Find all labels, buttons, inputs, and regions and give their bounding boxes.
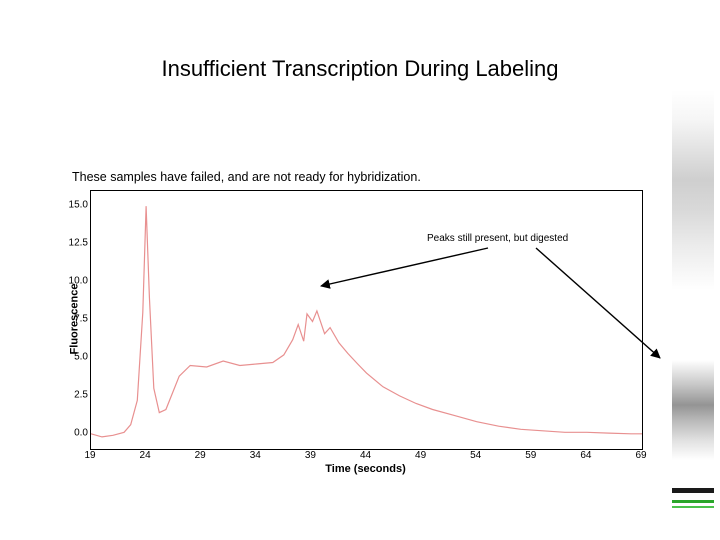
x-tick: 64 [580, 450, 591, 461]
sample-trace-line [91, 206, 642, 437]
y-axis: 0.0 2.5 5.0 7.5 10.0 12.5 15.0 [55, 190, 88, 448]
gel-band-green [672, 500, 714, 503]
y-tick: 7.5 [74, 314, 88, 325]
x-axis: Time (seconds) 1924293439444954596469 [90, 448, 641, 478]
gel-smear-upper [672, 90, 714, 290]
chart-area: Fluorescence 0.02.55.07.510.012.515.0 Ti… [55, 190, 641, 478]
slide-title: Insufficient Transcription During Labeli… [0, 56, 720, 82]
plot-box [90, 190, 643, 450]
y-tick: 2.5 [74, 389, 88, 400]
x-tick: 54 [470, 450, 481, 461]
slide-container: Insufficient Transcription During Labeli… [0, 0, 720, 540]
x-tick: 19 [84, 450, 95, 461]
y-tick: 12.5 [69, 238, 88, 249]
gel-band-green-light [672, 506, 714, 508]
gel-smear-lower [672, 360, 714, 460]
trace-svg [91, 191, 642, 449]
gel-band-dark [672, 488, 714, 493]
x-axis-label: Time (seconds) [90, 463, 641, 475]
gel-image-strip [666, 0, 720, 540]
x-tick: 39 [305, 450, 316, 461]
x-tick: 44 [360, 450, 371, 461]
x-tick: 49 [415, 450, 426, 461]
x-tick: 34 [250, 450, 261, 461]
x-tick: 69 [635, 450, 646, 461]
x-tick: 59 [525, 450, 536, 461]
y-tick: 15.0 [69, 200, 88, 211]
y-tick: 0.0 [74, 427, 88, 438]
x-tick: 29 [195, 450, 206, 461]
slide-subtitle: These samples have failed, and are not r… [72, 170, 421, 184]
y-tick: 5.0 [74, 351, 88, 362]
x-tick: 24 [140, 450, 151, 461]
y-tick: 10.0 [69, 276, 88, 287]
